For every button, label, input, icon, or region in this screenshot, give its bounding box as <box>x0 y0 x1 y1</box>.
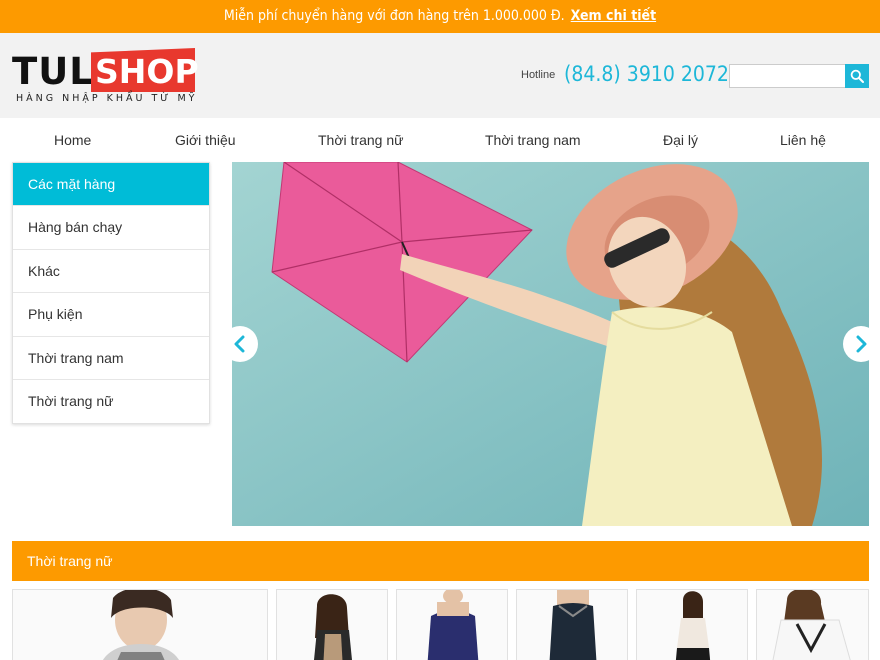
product-image <box>517 590 627 660</box>
product-grid <box>12 589 869 660</box>
product-card[interactable] <box>516 589 628 660</box>
product-image <box>637 590 747 660</box>
product-card[interactable] <box>276 589 388 660</box>
nav-item-contact[interactable]: Liên hệ <box>780 132 826 148</box>
logo[interactable]: TUL SHOP HÀNG NHẬP KHẨU TỪ MỸ <box>12 48 199 104</box>
sidebar-title: Các mặt hàng <box>13 163 209 205</box>
chevron-right-icon <box>856 335 867 353</box>
slider-image <box>232 162 869 526</box>
nav-item-womens-fashion[interactable]: Thời trang nữ <box>318 132 403 148</box>
logo-tagline: HÀNG NHẬP KHẨU TỪ MỸ <box>16 93 198 104</box>
sidebar-item-best-sellers[interactable]: Hàng bán chạy <box>13 205 209 249</box>
nav-item-home[interactable]: Home <box>54 132 91 148</box>
product-card[interactable] <box>756 589 869 660</box>
hotline-label: Hotline <box>521 69 556 81</box>
product-card[interactable] <box>636 589 748 660</box>
product-image <box>397 590 507 660</box>
sidebar-item-accessories[interactable]: Phụ kiện <box>13 292 209 336</box>
sidebar-item-mens-fashion[interactable]: Thời trang nam <box>13 335 209 380</box>
product-card[interactable] <box>12 589 268 660</box>
logo-text-tul: TUL <box>12 50 94 93</box>
search-input[interactable] <box>729 64 846 88</box>
product-card[interactable] <box>396 589 508 660</box>
product-image <box>13 590 267 660</box>
section-title: Thời trang nữ <box>12 541 869 581</box>
nav-item-about[interactable]: Giới thiệu <box>175 132 236 148</box>
nav-item-dealers[interactable]: Đại lý <box>663 132 698 148</box>
hero-slider[interactable] <box>232 162 869 526</box>
product-image <box>277 590 387 660</box>
promo-message: Miễn phí chuyển hàng với đơn hàng trên 1… <box>223 8 565 24</box>
search-icon <box>850 69 864 83</box>
sidebar-item-other[interactable]: Khác <box>13 248 209 293</box>
promo-details-link[interactable]: Xem chi tiết <box>571 8 656 24</box>
hotline-number[interactable]: (84.8) 3910 2072 <box>564 62 729 86</box>
category-sidebar: Các mặt hàng Hàng bán chạy Khác Phụ kiện… <box>12 162 210 424</box>
nav-item-mens-fashion[interactable]: Thời trang nam <box>485 132 581 148</box>
search-button[interactable] <box>845 64 869 88</box>
sidebar-item-womens-fashion[interactable]: Thời trang nữ <box>13 379 209 423</box>
chevron-left-icon <box>234 335 245 353</box>
logo-text-shop: SHOP <box>95 52 199 91</box>
main-nav: Home Giới thiệu Thời trang nữ Thời trang… <box>0 118 880 162</box>
product-image <box>757 590 868 660</box>
promo-bar: Miễn phí chuyển hàng với đơn hàng trên 1… <box>0 0 880 33</box>
